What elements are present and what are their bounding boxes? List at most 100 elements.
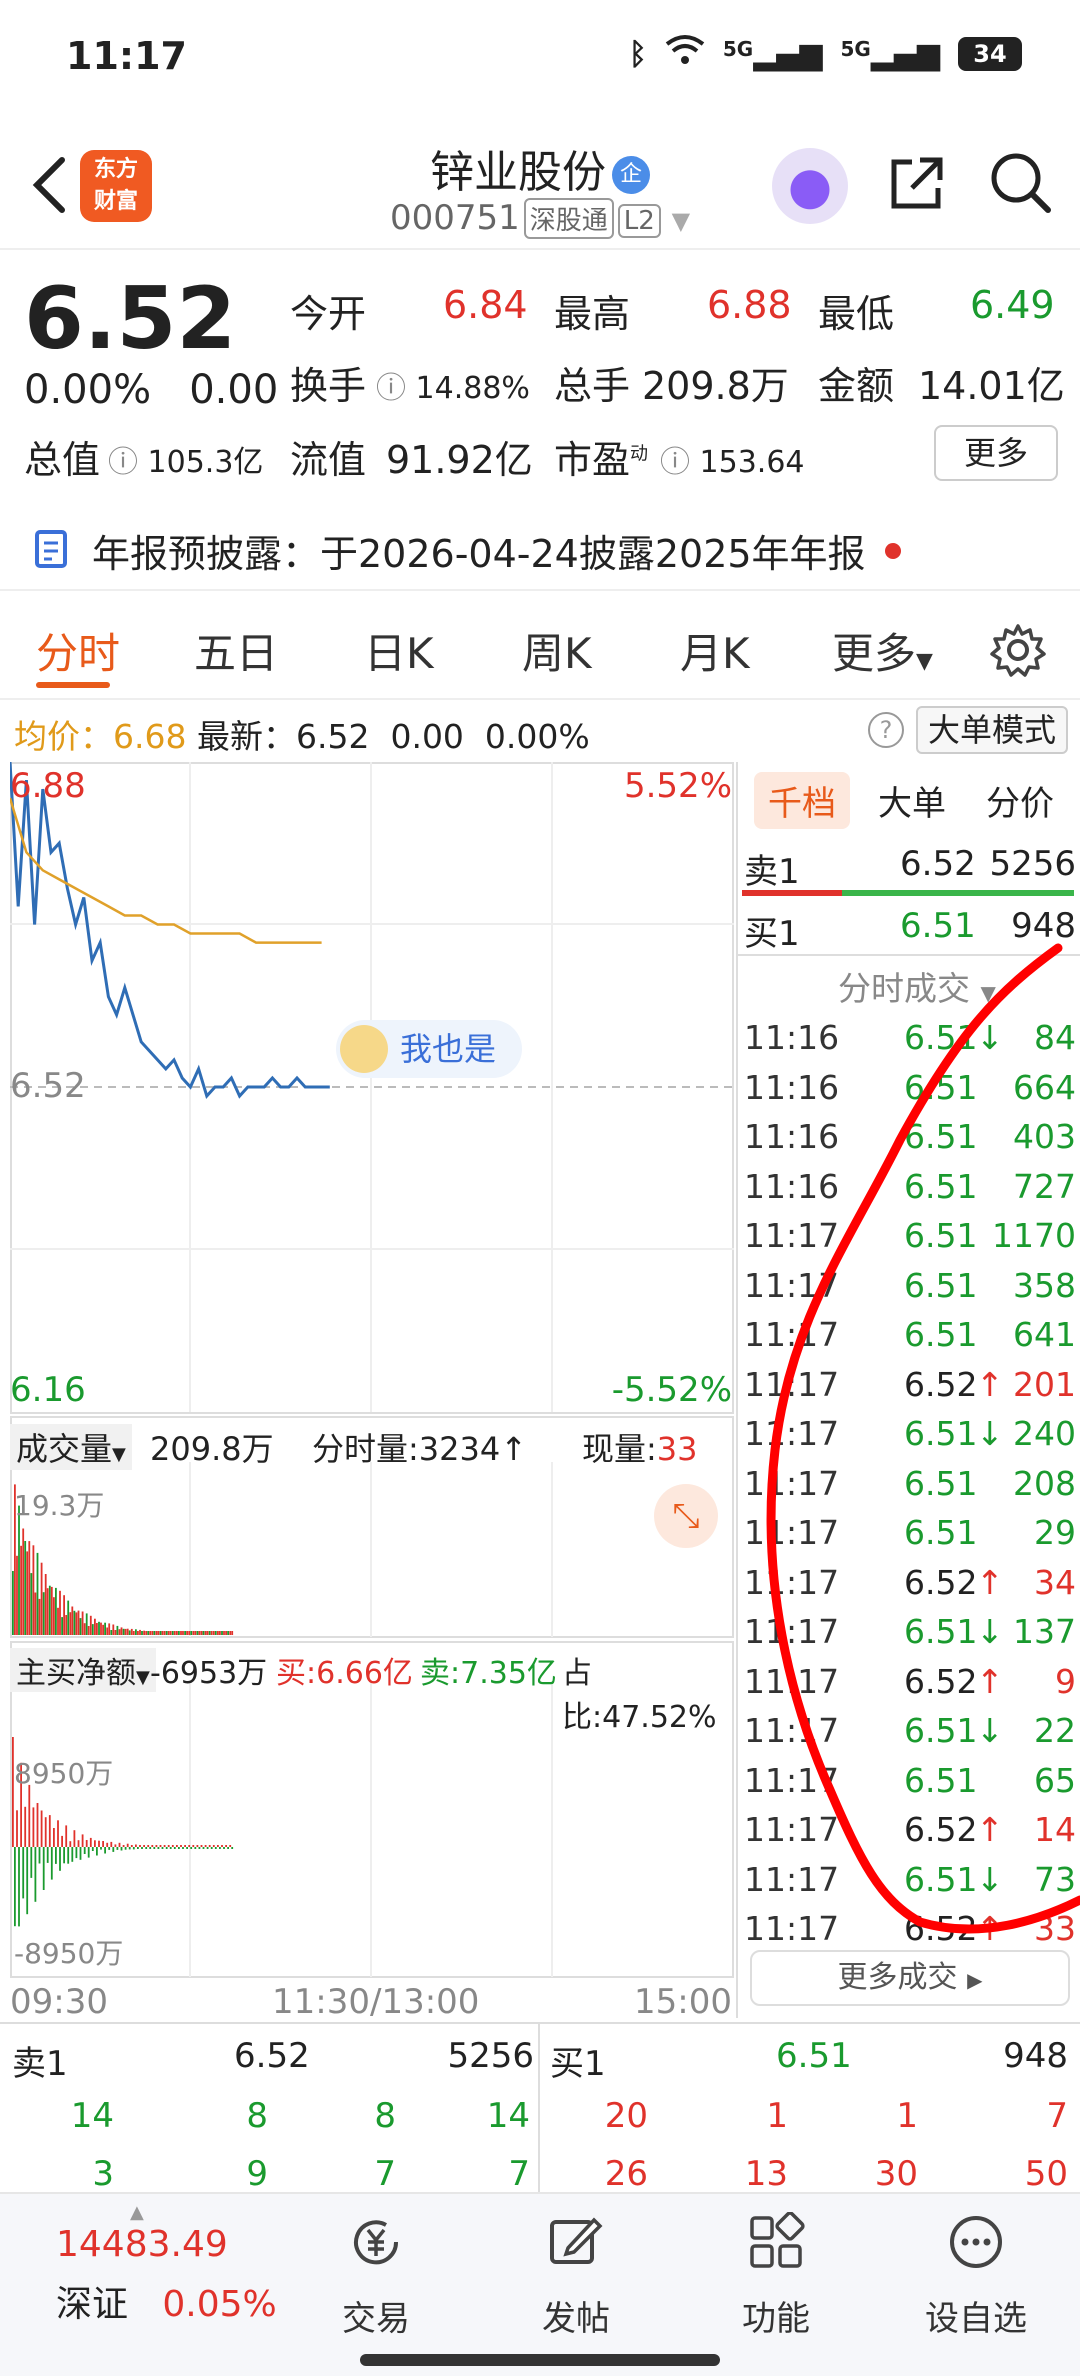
volume-bar (108, 1623, 111, 1635)
volume-bar (163, 1631, 166, 1635)
home-indicator[interactable] (360, 2354, 720, 2366)
flow-selector[interactable]: 主买净额▼ (10, 1648, 156, 1692)
share-icon[interactable] (884, 152, 948, 216)
tab-intraday[interactable]: 分时 (36, 620, 120, 681)
flow-bar (173, 1847, 176, 1849)
volume-bar (110, 1630, 113, 1635)
current-price: 6.52 (24, 269, 237, 369)
volume-bar (44, 1574, 47, 1635)
trade-row: 11:17 6.51 29 (744, 1513, 1076, 1552)
volume-bar (63, 1595, 65, 1635)
flow-bar (155, 1845, 158, 1847)
chart-bottom-price: 6.16 (10, 1370, 86, 1410)
pe-label: 市盈动 (554, 438, 649, 482)
volume-bar (122, 1628, 125, 1635)
info-icon[interactable]: ⓘ (660, 445, 690, 480)
collapse-caret-icon[interactable]: ▲ (130, 2202, 146, 2223)
trade-row: 11:17 6.51 358 (744, 1265, 1076, 1305)
info-icon[interactable]: ⓘ (376, 371, 406, 406)
nav-add-watchlist[interactable]: 设自选 (906, 2204, 1046, 2340)
flow-bar (53, 1828, 55, 1847)
book-cell: 14 (70, 2096, 114, 2136)
chart-top-pct: 5.52% (623, 766, 732, 806)
flow-bar (44, 1817, 47, 1847)
expand-icon[interactable]: ⤡ (654, 1484, 718, 1548)
volume-now: 现量:33 (582, 1430, 698, 1468)
volume-bar (169, 1631, 172, 1635)
volume-bar (219, 1631, 221, 1635)
tab-five-day[interactable]: 五日 (194, 620, 278, 681)
volume-bar (79, 1618, 82, 1635)
ai-assistant-icon[interactable] (772, 148, 848, 224)
flow-bar (55, 1847, 57, 1864)
flow-bar (135, 1844, 137, 1847)
volume-bar (124, 1628, 127, 1635)
bottom-buy-vol: 948 (1003, 2036, 1068, 2076)
report-notice[interactable]: 年报预披露：于2026-04-24披露2025年年报 (0, 505, 1080, 591)
nav-trade[interactable]: 交易 (306, 2204, 446, 2340)
tab-thousand-levels[interactable]: 千档 (754, 772, 850, 829)
trades-header[interactable]: 分时成交 ▼ (838, 962, 996, 1010)
avg-price-info: 均价：6.68 最新：6.52 0.00 0.00% (14, 717, 590, 756)
tab-monthly-k[interactable]: 月K (680, 620, 750, 681)
volume-header: 成交量▼ 209.8万 分时量:3234↑ 现量:33 (10, 1422, 734, 1470)
volume-bar (57, 1607, 59, 1635)
volume-label: 总手 (554, 364, 631, 408)
nav-functions[interactable]: 功能 (706, 2204, 846, 2340)
flow-bar (40, 1810, 43, 1847)
flow-bar (65, 1825, 68, 1847)
flow-bar (153, 1847, 156, 1849)
gear-icon[interactable] (990, 622, 1046, 678)
bottom-sell-price: 6.52 (234, 2036, 310, 2076)
tab-more[interactable]: 更多▼ (832, 620, 933, 681)
search-icon[interactable] (988, 150, 1054, 216)
volume-bar (139, 1629, 141, 1635)
tab-big-orders[interactable]: 大单 (878, 776, 946, 825)
flow-bar (102, 1841, 104, 1847)
big-order-mode-button[interactable]: 大单模式 (916, 706, 1068, 754)
trade-row: 11:17 6.51 ↓ 137 (744, 1612, 1076, 1651)
flow-bar (98, 1840, 100, 1847)
more-trades-button[interactable]: 更多成交 ▶ (750, 1950, 1070, 2006)
comment-bubble[interactable]: 我也是 (336, 1020, 523, 1078)
volume-bar (114, 1630, 117, 1635)
flow-bar (149, 1847, 152, 1849)
tab-weekly-k[interactable]: 周K (522, 620, 592, 681)
flow-bar (194, 1847, 197, 1849)
more-quote-button[interactable]: 更多 (934, 425, 1058, 481)
flow-buy: 买:6.66亿 (276, 1656, 413, 1691)
dropdown-triangle-icon[interactable]: ▼ (672, 207, 690, 235)
amount-label: 金额 (818, 364, 895, 408)
flow-bar (46, 1847, 49, 1863)
tab-price-distribution[interactable]: 分价 (986, 776, 1054, 825)
volume-bar (77, 1610, 80, 1635)
volume-bar (165, 1631, 168, 1635)
trade-row: 11:16 6.51 727 (744, 1166, 1076, 1206)
intraday-chart[interactable]: 6.88 5.52% 6.52 6.16 -5.52% 我也是 成交量▼ 209… (10, 762, 734, 2022)
flow-bar (180, 1845, 182, 1847)
average-price-line (10, 797, 322, 944)
nav-post[interactable]: 发帖 (506, 2204, 646, 2340)
volume-bar (155, 1631, 158, 1635)
volume-bar (171, 1631, 174, 1635)
book-cell: 9 (246, 2154, 268, 2194)
bottom-sell-vol: 5256 (447, 2036, 534, 2076)
volume-bar (161, 1631, 164, 1635)
tab-daily-k[interactable]: 日K (364, 620, 434, 681)
signal-icon-1: 5G▂▄▆ (722, 36, 823, 72)
volume-bar (40, 1562, 43, 1635)
volume-max-label: 19.3万 (14, 1489, 105, 1522)
volume-bar (214, 1631, 217, 1635)
volume-selector[interactable]: 成交量▼ (10, 1424, 132, 1470)
quote-panel: 6.52 0.00% 0.00 今开 6.84 最高 6.88 最低 6.49 … (0, 255, 1080, 485)
info-icon[interactable]: ⓘ (108, 445, 138, 480)
volume-bar (186, 1631, 188, 1635)
help-icon[interactable]: ? (868, 712, 904, 748)
volume-bar (65, 1615, 68, 1635)
flow-bar (231, 1847, 234, 1849)
index-value[interactable]: 14483.49 深证 0.05% (56, 2224, 277, 2327)
volume-bar (221, 1631, 223, 1635)
pe-value: ⓘ 153.64 (660, 445, 805, 480)
battery-icon: 34 (958, 37, 1022, 71)
flow-bar (200, 1845, 203, 1847)
